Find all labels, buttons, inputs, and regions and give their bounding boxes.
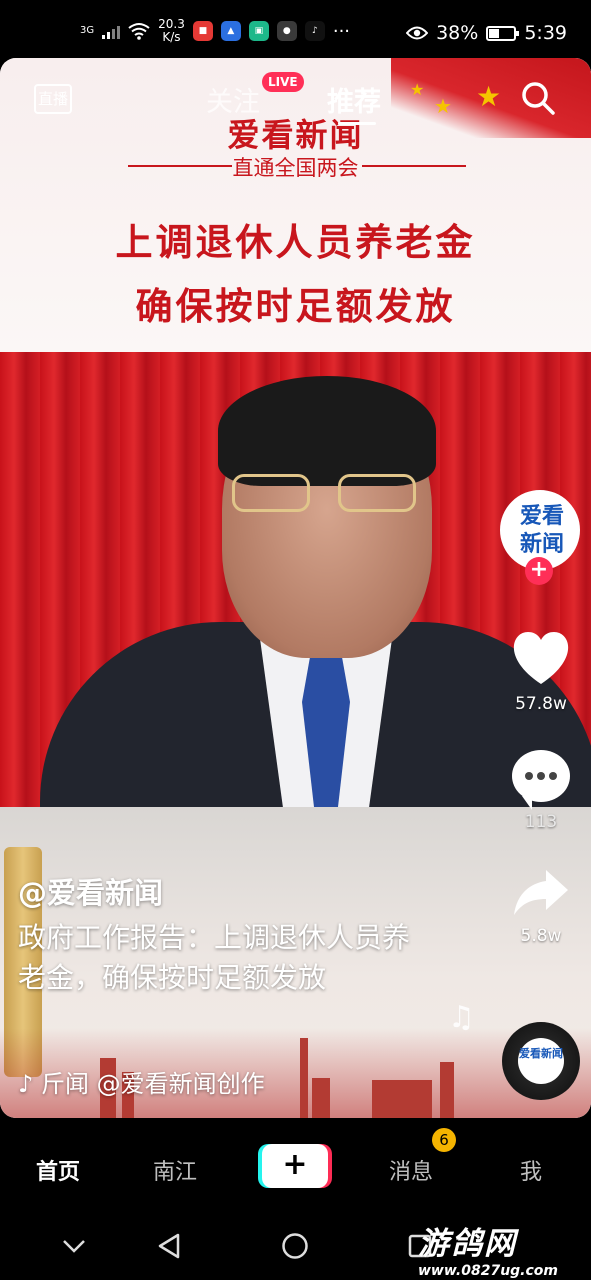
- glasses: [232, 474, 422, 514]
- live-button[interactable]: 直播: [30, 78, 76, 118]
- more-notifications-icon: ···: [332, 20, 351, 42]
- tab-home[interactable]: 首页: [36, 1154, 80, 1186]
- speaker-photo: [0, 352, 591, 807]
- like-button[interactable]: 57.8w: [498, 630, 584, 714]
- comment-icon: [512, 750, 570, 810]
- search-icon[interactable]: [520, 80, 556, 116]
- status-right: 38% 5:39: [406, 22, 567, 44]
- avatar-text-1: 爱看: [519, 504, 564, 529]
- create-video-button[interactable]: +: [262, 1144, 328, 1188]
- network-type: 3G: [80, 25, 95, 36]
- calendar-app-icon: ▣: [248, 21, 269, 41]
- messages-badge: 6: [432, 1128, 456, 1152]
- wechat-app-icon: ●: [276, 21, 297, 41]
- hair: [218, 376, 436, 486]
- clock: 5:39: [524, 22, 567, 44]
- share-count: 5.8w: [520, 926, 562, 946]
- tab-me[interactable]: 我: [520, 1154, 542, 1186]
- battery-percent: 38%: [436, 22, 479, 44]
- live-tv-icon: 直播: [34, 84, 72, 114]
- heart-icon: [513, 632, 569, 684]
- network-speed-unit: K/s: [162, 30, 181, 44]
- screen: 3G 20.3 K/s ■ ▲ ▣ ● ♪ ··· 38% 5:39 ★ ★ ★…: [0, 0, 591, 1280]
- share-button[interactable]: 5.8w: [498, 868, 584, 946]
- like-count: 57.8w: [515, 694, 567, 714]
- tab-following[interactable]: 关注: [206, 80, 260, 119]
- chevron-down-icon[interactable]: [62, 1238, 86, 1254]
- music-note-icon: ♫: [448, 1000, 475, 1035]
- network-speed: 20.3 K/s: [158, 18, 185, 44]
- navigation-app-icon: ▲: [220, 21, 241, 41]
- avatar-text-2: 新闻: [519, 532, 564, 557]
- brand-subtitle: 直通全国两会: [232, 156, 359, 180]
- music-title[interactable]: ♪ 斤闻 @爱看新闻创作: [18, 1064, 265, 1099]
- active-tab-indicator: [338, 122, 376, 125]
- music-disc[interactable]: 爱看新闻: [502, 1022, 580, 1100]
- live-badge: LIVE: [262, 72, 304, 92]
- follow-plus-button[interactable]: +: [525, 557, 553, 585]
- comment-count: 113: [524, 812, 558, 832]
- bottom-tab-bar: 首页 南江 + 消息 6 我: [0, 1118, 591, 1214]
- tab-recommended[interactable]: 推荐: [327, 80, 381, 119]
- headline-line-2: 确保按时足额发放: [135, 285, 456, 328]
- signal-icon: [102, 23, 121, 39]
- watermark-title: 游鸽网: [418, 1226, 517, 1262]
- toutiao-app-icon: ■: [192, 21, 213, 41]
- wifi-icon: [128, 23, 150, 40]
- back-icon[interactable]: [156, 1232, 182, 1260]
- video-description[interactable]: 政府工作报告：上调退休人员养老金，确保按时足额发放: [18, 918, 418, 998]
- headline-line-1: 上调退休人员养老金: [115, 221, 476, 264]
- comment-button[interactable]: 113: [498, 750, 584, 832]
- author-handle[interactable]: @爱看新闻: [18, 870, 163, 912]
- system-navigation-bar: 游鸽网 www.0827ug.com: [0, 1214, 591, 1280]
- disc-cover: 爱看新闻: [518, 1038, 564, 1084]
- tab-messages[interactable]: 消息: [389, 1154, 433, 1186]
- watermark-url: www.0827ug.com: [418, 1263, 558, 1279]
- status-left: 3G 20.3 K/s ■ ▲ ▣ ● ♪ ···: [80, 18, 350, 44]
- share-arrow-icon: [514, 870, 568, 915]
- battery-icon: [486, 25, 520, 41]
- home-icon[interactable]: [281, 1232, 309, 1260]
- eye-comfort-icon: [406, 26, 429, 40]
- top-navigation: 直播 关注 LIVE 推荐: [0, 72, 591, 125]
- tiktok-app-icon: ♪: [304, 21, 325, 41]
- watermark: 游鸽网 www.0827ug.com: [418, 1218, 588, 1279]
- tab-local[interactable]: 南江: [153, 1154, 197, 1186]
